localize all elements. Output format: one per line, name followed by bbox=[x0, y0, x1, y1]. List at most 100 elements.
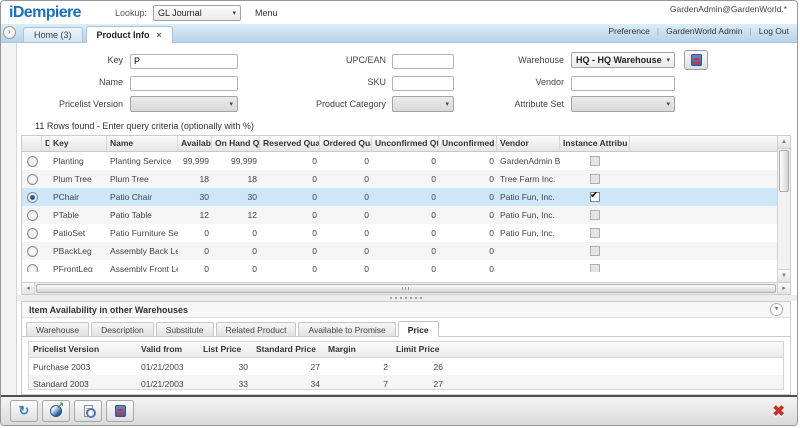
table-row[interactable]: PTablePatio Table12120000Patio Fun, Inc. bbox=[22, 206, 777, 224]
detail-tab-available-to-promise[interactable]: Available to Promise bbox=[298, 322, 395, 336]
price-column-header-pricelist-version[interactable]: Pricelist Version bbox=[29, 342, 137, 357]
row-radio[interactable] bbox=[27, 156, 38, 167]
detail-tab-description[interactable]: Description bbox=[91, 322, 154, 336]
product-category-select[interactable]: ▾ bbox=[392, 96, 454, 112]
row-radio[interactable] bbox=[27, 174, 38, 185]
scroll-up-icon[interactable]: ▲ bbox=[778, 136, 790, 149]
price-row[interactable]: Purchase 200301/21/20033027226 bbox=[29, 358, 783, 375]
available-to-promise-button[interactable] bbox=[684, 50, 708, 70]
column-header-name[interactable]: Name bbox=[107, 136, 178, 151]
table-row[interactable]: PlantingPlanting Service99,99999,9990000… bbox=[22, 152, 777, 170]
column-header-available[interactable]: Available bbox=[178, 136, 212, 151]
instance-attribute-checkbox[interactable] bbox=[590, 264, 600, 272]
column-header-reserved-quantit[interactable]: Reserved Quantit bbox=[260, 136, 320, 151]
horizontal-scrollbar[interactable]: ◂ ▸ bbox=[22, 282, 790, 294]
header-link-gardenworld-admin[interactable]: GardenWorld Admin bbox=[666, 26, 742, 36]
vendor-input[interactable] bbox=[571, 76, 675, 91]
column-header-ordered-quantity[interactable]: Ordered Quantity bbox=[320, 136, 372, 151]
cell-key: PTable bbox=[50, 210, 107, 220]
bottom-toolbar bbox=[1, 395, 797, 425]
price-column-header-margin[interactable]: Margin bbox=[324, 342, 392, 357]
column-header-select[interactable] bbox=[22, 136, 42, 151]
collapse-panel-icon[interactable]: ▾ bbox=[770, 303, 783, 316]
tab-close-icon[interactable]: × bbox=[157, 31, 162, 39]
column-header-d[interactable]: D bbox=[42, 136, 50, 151]
column-header-on-hand-qua[interactable]: On Hand Qua bbox=[212, 136, 260, 151]
table-row[interactable]: Plum TreePlum Tree18180000Tree Farm Inc. bbox=[22, 170, 777, 188]
key-input[interactable] bbox=[130, 54, 238, 69]
header-link-preference[interactable]: Preference bbox=[608, 26, 650, 36]
header-link-log-out[interactable]: Log Out bbox=[759, 26, 789, 36]
vertical-scroll-thumb[interactable] bbox=[779, 150, 789, 192]
column-header-key[interactable]: Key bbox=[50, 136, 107, 151]
cell-key: Planting bbox=[50, 156, 107, 166]
tab-home-3[interactable]: Home (3) bbox=[23, 27, 83, 42]
pricelist-version-select[interactable]: ▾ bbox=[130, 96, 238, 112]
instance-attribute-checkbox[interactable] bbox=[590, 192, 600, 202]
scroll-right-icon[interactable]: ▸ bbox=[777, 283, 790, 294]
menu-link[interactable]: Menu bbox=[255, 8, 278, 18]
table-row[interactable]: PFrontLegAssembly Front Leg000000 bbox=[22, 260, 777, 272]
cell-unconfirmed_qty: 0 bbox=[372, 264, 439, 272]
report-preview-button[interactable] bbox=[74, 400, 102, 422]
detail-tab-related-product[interactable]: Related Product bbox=[216, 322, 297, 336]
row-radio[interactable] bbox=[27, 192, 38, 203]
scroll-down-icon[interactable]: ▼ bbox=[778, 269, 790, 282]
cell bbox=[22, 156, 42, 167]
instance-attribute-checkbox[interactable] bbox=[590, 210, 600, 220]
column-header-unconfirmed-mov[interactable]: Unconfirmed Mov bbox=[439, 136, 497, 151]
cell-on_hand: 0 bbox=[212, 228, 260, 238]
cell-on_hand: 18 bbox=[212, 174, 260, 184]
row-radio[interactable] bbox=[27, 228, 38, 239]
instance-attribute-checkbox[interactable] bbox=[590, 156, 600, 166]
vertical-scrollbar[interactable]: ▲ ▼ bbox=[777, 136, 790, 282]
horizontal-scroll-thumb[interactable] bbox=[36, 284, 776, 293]
refresh-button[interactable] bbox=[10, 400, 38, 422]
detail-tab-substitute[interactable]: Substitute bbox=[156, 322, 214, 336]
warehouse-label: Warehouse bbox=[454, 55, 564, 65]
scroll-left-icon[interactable]: ◂ bbox=[22, 283, 35, 294]
row-radio[interactable] bbox=[27, 210, 38, 221]
cell-name: Patio Chair bbox=[107, 192, 178, 202]
cell-unconfirmed_qty: 0 bbox=[372, 174, 439, 184]
instance-attribute-checkbox[interactable] bbox=[590, 246, 600, 256]
column-header-vendor[interactable]: Vendor bbox=[497, 136, 560, 151]
warehouse-select[interactable]: HQ - HQ Warehouse ▾ bbox=[571, 52, 675, 68]
row-radio[interactable] bbox=[27, 246, 38, 257]
table-row[interactable]: PBackLegAssembly Back Leg000000 bbox=[22, 242, 777, 260]
close-button[interactable] bbox=[769, 402, 788, 421]
calculator-button[interactable] bbox=[106, 400, 134, 422]
sku-input[interactable] bbox=[392, 76, 454, 91]
cell-ordered: 0 bbox=[320, 264, 372, 272]
collapsed-west-panel[interactable] bbox=[1, 43, 17, 395]
vendor-label: Vendor bbox=[454, 77, 564, 87]
detail-tab-price[interactable]: Price bbox=[398, 321, 439, 337]
cell-unconfirmed_qty: 0 bbox=[372, 156, 439, 166]
instance-attribute-checkbox[interactable] bbox=[590, 228, 600, 238]
price-column-header-filler bbox=[447, 342, 783, 357]
price-row[interactable]: Standard 200301/21/20033334727 bbox=[29, 375, 783, 390]
status-message: 11 Rows found - Enter query criteria (op… bbox=[17, 115, 797, 135]
detail-tab-warehouse[interactable]: Warehouse bbox=[26, 322, 89, 336]
price-column-header-valid-from[interactable]: Valid from bbox=[137, 342, 199, 357]
price-column-header-list-price[interactable]: List Price bbox=[199, 342, 252, 357]
lookup-select[interactable]: GL Journal ▾ bbox=[153, 5, 241, 21]
column-header-instance-attribu[interactable]: Instance Attribu bbox=[560, 136, 630, 151]
cell-key: PFrontLeg bbox=[50, 264, 107, 272]
upc-ean-input[interactable] bbox=[392, 54, 454, 69]
instance-attribute-checkbox[interactable] bbox=[590, 174, 600, 184]
cell-on_hand: 30 bbox=[212, 192, 260, 202]
row-radio[interactable] bbox=[27, 264, 38, 273]
panel-splitter[interactable] bbox=[17, 295, 797, 301]
tab-product-info[interactable]: Product Info× bbox=[86, 26, 173, 43]
price-column-header-standard-price[interactable]: Standard Price bbox=[252, 342, 324, 357]
attribute-set-select[interactable]: ▾ bbox=[571, 96, 675, 112]
table-row[interactable]: PChairPatio Chair30300000Patio Fun, Inc. bbox=[22, 188, 777, 206]
name-input[interactable] bbox=[130, 76, 238, 91]
table-row[interactable]: PatioSetPatio Furniture Set000000Patio F… bbox=[22, 224, 777, 242]
zoom-button[interactable] bbox=[42, 400, 70, 422]
column-header-unconfirmed-qty[interactable]: Unconfirmed Qty bbox=[372, 136, 439, 151]
price-column-header-limit-price[interactable]: Limit Price bbox=[392, 342, 447, 357]
cell-reserved: 0 bbox=[260, 264, 320, 272]
expand-sidebar-icon[interactable]: › bbox=[3, 26, 16, 39]
